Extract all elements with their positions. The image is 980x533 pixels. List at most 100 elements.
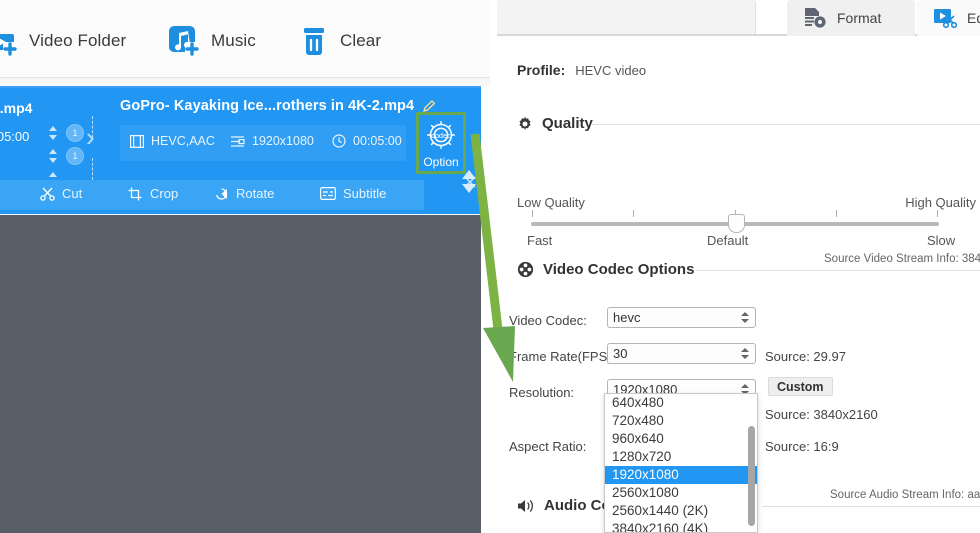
preview-empty-area bbox=[0, 215, 481, 533]
slider-tick bbox=[633, 210, 634, 217]
quality-section-rule bbox=[592, 124, 980, 125]
tab-strip: Format Edit V bbox=[497, 0, 980, 36]
resolution-icon bbox=[230, 135, 245, 148]
crop-icon bbox=[128, 187, 143, 201]
resolution-label: Resolution: bbox=[509, 385, 574, 400]
meta-duration: 00:05:00 bbox=[332, 134, 402, 148]
quality-default-label: Default bbox=[707, 233, 748, 248]
crop-label: Crop bbox=[150, 186, 178, 201]
quality-fast-label: Fast bbox=[527, 233, 552, 248]
resolution-option[interactable]: 720x480 bbox=[605, 412, 757, 430]
slider-tick bbox=[836, 210, 837, 217]
frame-rate-select[interactable]: 30 bbox=[607, 343, 756, 364]
codec-gear-icon: codec bbox=[422, 118, 460, 154]
file-meta-strip: HEVC,AAC 1920x1080 bbox=[120, 125, 406, 161]
resolution-option[interactable]: 1280x720 bbox=[605, 448, 757, 466]
toolbar-divider bbox=[0, 77, 490, 78]
video-codec-value: hevc bbox=[613, 310, 741, 325]
resolution-option[interactable]: 3840x2160 (4K) bbox=[605, 520, 757, 533]
edit-video-icon bbox=[933, 7, 957, 29]
resolution-dropdown-list[interactable]: 640x480720x480960x6401280x7201920x108025… bbox=[604, 393, 758, 533]
file-action-bar: Cut Crop Rotate bbox=[0, 180, 424, 210]
quality-low-label: Low Quality bbox=[517, 195, 585, 210]
clock-icon bbox=[332, 134, 346, 148]
rotate-button[interactable]: Rotate bbox=[214, 186, 274, 201]
tab-edit-video-label: Edit V bbox=[967, 10, 980, 26]
frame-rate-label: Frame Rate(FPS): bbox=[509, 349, 615, 364]
add-music-button[interactable]: Music bbox=[168, 16, 256, 66]
resolution-source-note: Source: 3840x2160 bbox=[765, 407, 878, 422]
frame-rate-value: 30 bbox=[613, 346, 741, 361]
aspect-ratio-label: Aspect Ratio: bbox=[509, 439, 586, 454]
aspect-ratio-source-note: Source: 16:9 bbox=[765, 439, 839, 454]
profile-label: Profile: bbox=[517, 62, 565, 78]
file-title-row: GoPro- Kayaking Ice...rothers in 4K-2.mp… bbox=[120, 98, 436, 114]
meta-resolution: 1920x1080 bbox=[230, 134, 314, 148]
source-audio-stream-info: Source Audio Stream Info: aac bbox=[830, 489, 980, 501]
tab-format-label: Format bbox=[837, 10, 881, 26]
speaker-icon bbox=[517, 498, 535, 514]
custom-resolution-button[interactable]: Custom bbox=[768, 377, 833, 396]
quality-high-label: High Quality bbox=[905, 195, 976, 210]
add-video-folder-button[interactable]: Video Folder bbox=[0, 16, 126, 66]
track-badge: 1 bbox=[66, 124, 84, 142]
file-card-top-edge bbox=[0, 86, 481, 88]
clear-button[interactable]: Clear bbox=[297, 16, 381, 66]
music-add-icon bbox=[168, 24, 202, 58]
rotate-icon bbox=[214, 187, 229, 201]
add-music-label: Music bbox=[211, 31, 256, 51]
scroll-up-arrow-icon[interactable] bbox=[462, 170, 476, 179]
quality-slider-thumb[interactable] bbox=[728, 214, 745, 233]
meta-duration-text: 00:05:00 bbox=[353, 134, 402, 148]
subtitle-label: Subtitle bbox=[343, 186, 386, 201]
chevron-updown-icon bbox=[741, 347, 750, 360]
format-icon bbox=[803, 7, 827, 29]
app-window: Video Folder Music bbox=[0, 0, 980, 533]
custom-resolution-label: Custom bbox=[777, 380, 824, 394]
meta-codec: HEVC,AAC bbox=[130, 134, 215, 148]
connector-brace-icon: › bbox=[86, 124, 95, 150]
dropdown-scrollbar-thumb[interactable] bbox=[748, 426, 755, 526]
video-codec-label: Video Codec: bbox=[509, 313, 587, 328]
resolution-option[interactable]: 1920x1080 bbox=[605, 466, 757, 484]
track-badge: 1 bbox=[66, 147, 84, 165]
gear-icon bbox=[517, 116, 533, 132]
codec-option-button[interactable]: codec Option bbox=[418, 114, 464, 172]
quality-section-title: Quality bbox=[542, 115, 593, 132]
scroll-down-arrow-icon[interactable] bbox=[462, 184, 476, 193]
video-codec-select[interactable]: hevc bbox=[607, 307, 756, 328]
cut-button[interactable]: Cut bbox=[40, 186, 82, 201]
resolution-option[interactable]: 640x480 bbox=[605, 394, 757, 412]
subtitle-button[interactable]: Subtitle bbox=[320, 186, 386, 201]
video-codec-section-rule bbox=[695, 270, 980, 271]
add-video-folder-label: Video Folder bbox=[29, 31, 126, 51]
meta-resolution-text: 1920x1080 bbox=[252, 134, 314, 148]
stepper-arrows-icon bbox=[49, 126, 58, 140]
codec-option-label: Option bbox=[423, 155, 458, 169]
tab-strip-left-filler bbox=[497, 0, 756, 35]
resolution-option[interactable]: 2560x1080 bbox=[605, 484, 757, 502]
tab-edit-video[interactable]: Edit V bbox=[917, 0, 980, 36]
connector-dash-bottom bbox=[92, 158, 93, 180]
crop-button[interactable]: Crop bbox=[128, 186, 178, 201]
film-reel-icon bbox=[517, 261, 534, 278]
slider-tick bbox=[937, 210, 938, 217]
file-title: GoPro- Kayaking Ice...rothers in 4K-2.mp… bbox=[120, 98, 414, 114]
quality-section-header: Quality bbox=[517, 115, 593, 132]
main-toolbar: Video Folder Music bbox=[0, 0, 490, 78]
meta-codec-text: HEVC,AAC bbox=[151, 134, 215, 148]
codec-film-icon bbox=[130, 135, 144, 148]
pencil-icon[interactable] bbox=[422, 99, 436, 113]
left-panel-right-edge bbox=[481, 86, 490, 533]
resolution-option[interactable]: 960x640 bbox=[605, 430, 757, 448]
video-codec-section-header: Video Codec Options bbox=[517, 261, 694, 278]
tab-format[interactable]: Format bbox=[787, 0, 915, 36]
profile-row: Profile: HEVC video bbox=[517, 62, 646, 78]
subtitle-icon bbox=[320, 187, 336, 200]
video-codec-section-title: Video Codec Options bbox=[543, 261, 694, 278]
quality-slow-label: Slow bbox=[927, 233, 955, 248]
chevron-updown-icon bbox=[741, 311, 750, 324]
rotate-label: Rotate bbox=[236, 186, 274, 201]
resolution-option[interactable]: 2560x1440 (2K) bbox=[605, 502, 757, 520]
cut-label: Cut bbox=[62, 186, 82, 201]
